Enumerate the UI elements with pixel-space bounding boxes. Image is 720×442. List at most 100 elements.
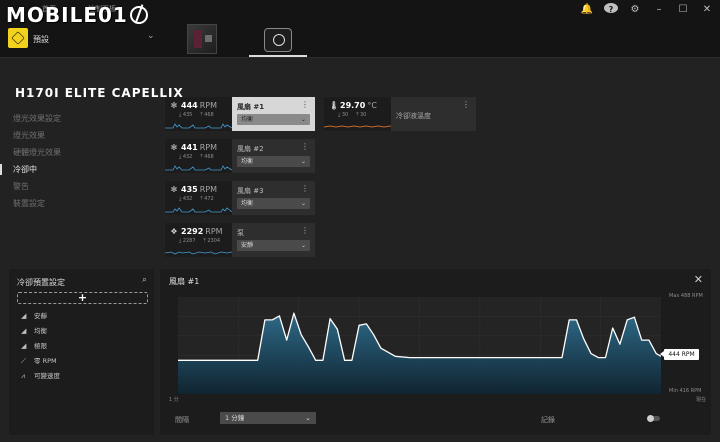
record-toggle[interactable] <box>647 415 660 422</box>
rpm-unit: RPM <box>199 101 217 110</box>
fan-rpm: 441 <box>181 143 198 152</box>
rpm-unit: RPM <box>205 227 223 236</box>
help-icon[interactable]: ? <box>604 3 618 17</box>
min-rpm-label: Min 416 RPM <box>669 388 702 394</box>
cooler-device-tab[interactable] <box>264 28 292 52</box>
pump-min: 2287 <box>182 238 196 244</box>
sparkline <box>165 251 232 255</box>
preset-item-quiet[interactable]: ◢ 安靜 <box>21 310 47 320</box>
fan-card-1[interactable]: ✻ 444 RPM ⤓ 435 ⤒ 468 風扇 #1 ⋮ 均衡 ⌄ <box>165 97 315 131</box>
close-icon[interactable]: ✕ <box>694 273 703 286</box>
fan-mode-select[interactable]: 均衡 ⌄ <box>237 156 310 167</box>
temp-unit: °C <box>367 101 377 110</box>
curve-custom-icon: ⩘ <box>21 372 25 380</box>
fan-name: 風扇 #1 <box>237 103 265 111</box>
fan-rpm: 435 <box>181 185 198 194</box>
presets-title: 冷卻預置設定 <box>17 278 65 287</box>
sidebar-item-alerts[interactable]: 警告 <box>0 178 150 195</box>
preset-item-custom[interactable]: ⩘ 可變速度 <box>21 370 60 381</box>
more-options-icon[interactable]: ⋮ <box>301 142 309 151</box>
sparkline <box>165 165 232 171</box>
pump-max: 2304 <box>207 238 221 244</box>
profile-name[interactable]: 預設 <box>33 34 49 45</box>
curve-extreme-icon: ◢ <box>21 342 27 350</box>
window-controls: 🔔 ? ⚙ – ☐ ✕ <box>580 3 714 17</box>
more-options-icon[interactable]: ⋮ <box>301 226 309 235</box>
pump-rpm: 2292 <box>181 227 204 236</box>
pump-name: 泵 <box>237 229 244 237</box>
more-options-icon[interactable]: ⋮ <box>301 100 309 109</box>
fan-name: 風扇 #2 <box>237 145 264 153</box>
interval-select[interactable]: 1 分鐘 ⌄ <box>220 412 316 424</box>
bell-icon[interactable]: 🔔 <box>580 3 594 17</box>
fan-icon: ✻ <box>170 101 178 110</box>
pump-icon: ❖ <box>170 227 178 236</box>
sparkline <box>165 123 232 129</box>
fan-graph-panel: 風扇 #1 ✕ Max 488 RPM Min 416 RPM 1 分 現在 4… <box>160 269 711 435</box>
more-options-icon[interactable]: ⋮ <box>301 184 309 193</box>
motherboard-device-tab[interactable] <box>187 24 217 54</box>
active-device-indicator <box>249 55 307 57</box>
chevron-down-icon: ⌄ <box>300 200 306 207</box>
rpm-chart-svg <box>178 297 661 394</box>
title-bar: MOBILE01 首頁 控制面板 🔔 ? ⚙ – ☐ ✕ <box>0 0 720 27</box>
fan-max: 472 <box>204 196 214 202</box>
coolant-temp-card[interactable]: 🌡29.70 °C ⤓ 30 ⤒ 30 冷卻液溫度 ⋮ <box>324 97 476 131</box>
fan-min: 432 <box>182 154 193 160</box>
sidebar-item-device-settings[interactable]: 裝置設定 <box>0 195 150 212</box>
rpm-unit: RPM <box>199 185 217 194</box>
fan-max: 468 <box>204 112 214 118</box>
more-options-icon[interactable]: ⋮ <box>462 100 470 109</box>
fan-icon: ✻ <box>170 143 178 152</box>
curve-balanced-icon: ◢ <box>21 327 27 335</box>
fan-min: 435 <box>182 112 193 118</box>
rpm-chart <box>178 297 661 394</box>
pump-mode-select[interactable]: 安靜 ⌄ <box>237 240 310 251</box>
graph-title: 風扇 #1 <box>169 277 200 286</box>
sidebar-item-cooling[interactable]: 冷卻中 <box>0 161 150 178</box>
sidebar-item-lighting-setup[interactable]: 燈光效果設定 <box>0 110 150 127</box>
thermometer-icon: 🌡 <box>329 101 340 110</box>
cooling-presets-panel: 冷卻預置設定 ⌕ + ◢ 安靜 ◢ 均衡 ◢ 極限 ⟋ 零 RPM ⩘ 可變速度 <box>9 269 154 435</box>
close-icon[interactable]: ✕ <box>700 3 714 17</box>
fan-mode-select[interactable]: 均衡 ⌄ <box>237 114 310 125</box>
preset-item-balanced[interactable]: ◢ 均衡 <box>21 325 47 335</box>
temp-min: 30 <box>341 112 349 118</box>
gear-icon[interactable]: ⚙ <box>628 3 642 17</box>
fan-name: 風扇 #3 <box>237 187 264 195</box>
pump-card[interactable]: ❖ 2292 RPM ⤓ 2287 ⤒ 2304 泵 ⋮ 安靜 ⌄ <box>165 223 315 257</box>
fan-rpm: 444 <box>181 101 198 110</box>
temp-name: 冷卻液溫度 <box>396 112 431 120</box>
preset-item-zero-rpm[interactable]: ⟋ 零 RPM <box>21 355 57 366</box>
chevron-down-icon: ⌄ <box>300 242 306 249</box>
chevron-down-icon: ⌄ <box>300 116 306 123</box>
record-label: 記錄 <box>541 416 555 424</box>
preset-item-extreme[interactable]: ◢ 極限 <box>21 340 47 350</box>
sidebar-item-lighting-effects[interactable]: 燈光效果 <box>0 127 150 144</box>
search-icon[interactable]: ⌕ <box>142 275 147 285</box>
maximize-icon[interactable]: ☐ <box>676 3 690 17</box>
temp-sparkline <box>324 125 391 128</box>
sparkline <box>165 207 232 213</box>
chevron-down-icon[interactable]: ⌄ <box>147 31 155 41</box>
max-rpm-label: Max 488 RPM <box>669 293 703 299</box>
fan-mode-select[interactable]: 均衡 ⌄ <box>237 198 310 209</box>
chevron-down-icon: ⌄ <box>300 158 306 165</box>
watermark-logo: MOBILE01 <box>6 3 148 27</box>
page-title: H170I ELITE CAPELLIX <box>15 86 184 100</box>
temp-max: 30 <box>360 112 367 118</box>
fan-card-3[interactable]: ✻ 435 RPM ⤓ 432 ⤒ 472 風扇 #3 ⋮ 均衡 ⌄ <box>165 181 315 215</box>
fan-card-2[interactable]: ✻ 441 RPM ⤓ 432 ⤒ 468 風扇 #2 ⋮ 均衡 ⌄ <box>165 139 315 173</box>
current-rpm-badge: 444 RPM <box>660 349 699 360</box>
fan-icon: ✻ <box>170 185 178 194</box>
curve-zero-rpm-icon: ⟋ <box>21 357 26 365</box>
sidebar: 燈光效果設定 燈光效果 硬體燈光效果 冷卻中 警告 裝置設定 <box>0 110 150 212</box>
sidebar-item-hardware-lighting[interactable]: 硬體燈光效果 <box>0 144 150 161</box>
curve-quiet-icon: ◢ <box>21 312 27 320</box>
add-preset-button[interactable]: + <box>17 292 148 304</box>
rpm-unit: RPM <box>199 143 217 152</box>
profile-icon[interactable] <box>8 28 28 48</box>
chevron-down-icon: ⌄ <box>305 414 311 422</box>
minimize-icon[interactable]: – <box>652 3 666 17</box>
x-axis-start-label: 1 分 <box>169 397 179 403</box>
